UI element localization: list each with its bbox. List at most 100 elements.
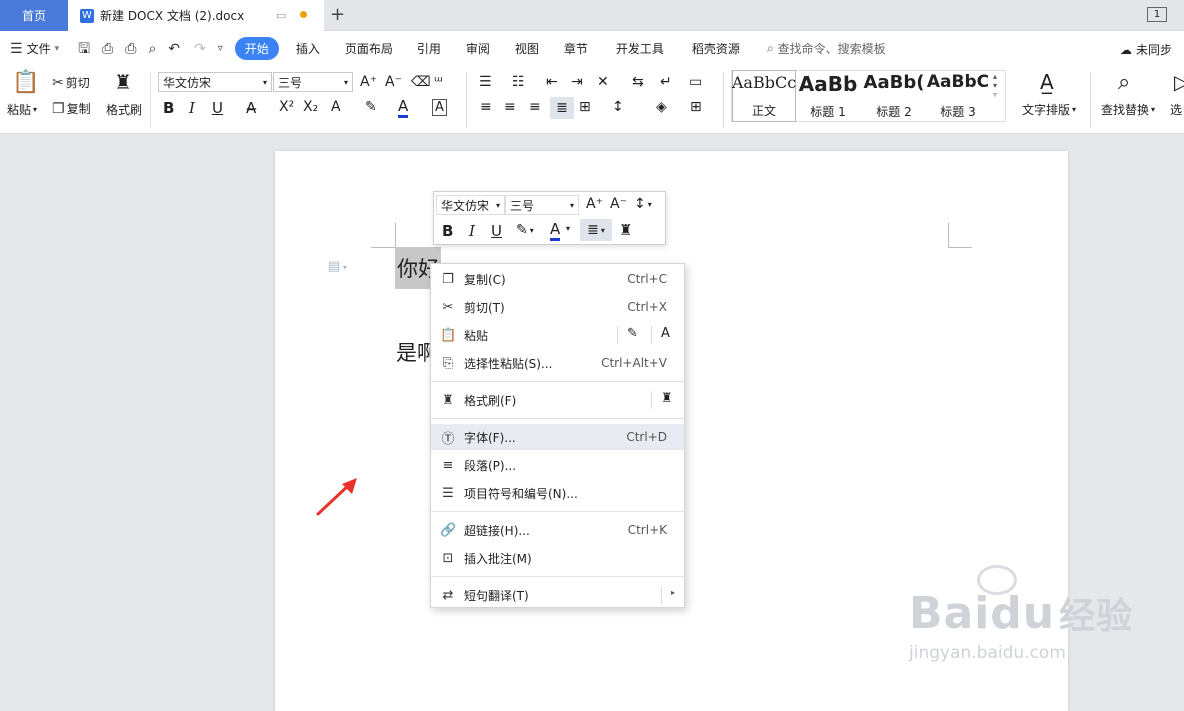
- font-size-select[interactable]: 三号 ▾: [273, 72, 353, 92]
- select-button[interactable]: 选: [1170, 101, 1182, 118]
- print-icon[interactable]: ⎙: [125, 42, 136, 56]
- show-marks-icon[interactable]: ↵: [660, 74, 672, 90]
- tab-page-layout[interactable]: 页面布局: [331, 40, 404, 57]
- copy-button[interactable]: ❐ 复制: [52, 100, 91, 117]
- export-pdf-icon[interactable]: ⎙: [102, 42, 113, 56]
- italic-icon[interactable]: I: [469, 222, 475, 240]
- mini-font-name-select[interactable]: 华文仿宋 ▾: [436, 195, 505, 215]
- save-icon[interactable]: 🖫: [78, 42, 90, 56]
- shrink-font-icon[interactable]: A⁻: [610, 196, 627, 212]
- font-color-icon[interactable]: A: [398, 97, 409, 118]
- style-scroll-icon[interactable]: ▴ ▾ ▿: [993, 72, 997, 99]
- char-border-icon[interactable]: A: [432, 99, 447, 116]
- italic-icon[interactable]: I: [189, 99, 195, 117]
- ruler-icon[interactable]: ▭: [689, 74, 702, 90]
- redo-icon[interactable]: ↷: [194, 42, 206, 56]
- print-preview-icon[interactable]: ⌕: [148, 42, 156, 56]
- menu-item-bullets[interactable]: ☰ 项目符号和编号(N)...: [431, 480, 684, 506]
- decrease-indent-icon[interactable]: ⇤: [546, 74, 558, 90]
- mini-font-size-select[interactable]: 三号 ▾: [505, 195, 579, 215]
- shrink-font-icon[interactable]: A⁻: [385, 74, 402, 90]
- format-brush-icon[interactable]: ♜: [619, 221, 632, 239]
- style-normal[interactable]: AaBbCc 正文: [732, 70, 796, 122]
- monitor-icon[interactable]: ▭: [276, 9, 286, 22]
- menu-item-font[interactable]: Ⓣ 字体(F)... Ctrl+D: [431, 424, 684, 450]
- tab-view[interactable]: 视图: [501, 40, 550, 57]
- bold-icon[interactable]: B: [163, 99, 174, 117]
- superscript-icon[interactable]: X²: [279, 99, 294, 115]
- menu-item-translate[interactable]: ⇄ 短句翻译(T) ▸: [431, 582, 684, 608]
- underline-icon[interactable]: U: [212, 99, 223, 117]
- tab-document[interactable]: W 新建 DOCX 文档 (2).docx ▭: [68, 0, 324, 31]
- distribute-icon[interactable]: ⊞: [579, 99, 591, 115]
- style-heading-3[interactable]: AaBbC 标题 3: [926, 70, 990, 122]
- tab-home[interactable]: 首页: [0, 0, 68, 31]
- tab-developer[interactable]: 开发工具: [599, 40, 675, 57]
- font-name-select[interactable]: 华文仿宋 ▾: [158, 72, 272, 92]
- grow-font-icon[interactable]: A⁺: [360, 74, 377, 90]
- grow-font-icon[interactable]: A⁺: [586, 196, 603, 212]
- chinese-layout-icon[interactable]: ✕: [597, 74, 609, 90]
- increase-indent-icon[interactable]: ⇥: [571, 74, 583, 90]
- tab-docer[interactable]: 稻壳资源: [675, 40, 751, 57]
- paragraph-handle-icon[interactable]: ▤ ▾: [328, 259, 347, 274]
- undo-icon[interactable]: ↶: [168, 42, 180, 56]
- tab-section[interactable]: 章节: [550, 40, 599, 57]
- bold-icon[interactable]: B: [442, 222, 453, 240]
- phonetic-icon[interactable]: ᵚ: [434, 74, 443, 90]
- cut-button[interactable]: ✂ 剪切: [52, 74, 90, 91]
- align-right-icon[interactable]: ≡: [529, 99, 541, 115]
- paste-keep-format-icon[interactable]: ✎: [627, 326, 638, 341]
- tab-references[interactable]: 引用: [404, 40, 452, 57]
- justify-icon[interactable]: ≣ ▾: [580, 219, 612, 241]
- align-left-icon[interactable]: ≡: [480, 99, 492, 115]
- style-heading-1[interactable]: AaBb 标题 1: [796, 70, 860, 122]
- menu-item-insert-comment[interactable]: ⊡ 插入批注(M): [431, 545, 684, 571]
- shading-icon[interactable]: ◈: [656, 99, 667, 115]
- menu-item-copy[interactable]: ❐ 复制(C) Ctrl+C: [431, 266, 684, 292]
- menu-item-paragraph[interactable]: ≡ 段落(P)...: [431, 452, 684, 478]
- new-tab-button[interactable]: +: [330, 4, 345, 25]
- bullet-list-icon[interactable]: ☰: [479, 74, 492, 90]
- subscript-icon[interactable]: X₂: [303, 99, 318, 115]
- menu-item-cut[interactable]: ✂ 剪切(T) Ctrl+X: [431, 294, 684, 320]
- text-layout-button[interactable]: 文字排版 ▾: [1022, 101, 1076, 118]
- find-replace-button[interactable]: 查找替换 ▾: [1101, 101, 1155, 118]
- tab-start[interactable]: 开始: [234, 37, 279, 60]
- line-spacing-icon[interactable]: ↕ ▾: [634, 196, 652, 212]
- paste-button[interactable]: 粘贴 ▾: [7, 101, 37, 118]
- page-indicator[interactable]: 1: [1147, 7, 1167, 22]
- menu-item-paste[interactable]: 📋 粘贴 ✎ A: [431, 322, 684, 348]
- tab-review[interactable]: 审阅: [452, 40, 501, 57]
- text-direction-icon[interactable]: ⇆: [632, 74, 644, 90]
- select-icon[interactable]: ▷: [1174, 70, 1184, 94]
- search-icon[interactable]: ⌕: [1118, 70, 1130, 95]
- clear-format-icon[interactable]: ⌫: [411, 74, 431, 90]
- text-layout-icon[interactable]: A̲: [1040, 70, 1054, 94]
- menu-item-paste-special[interactable]: ⎘ 选择性粘贴(S)... Ctrl+Alt+V: [431, 350, 684, 376]
- numbered-list-icon[interactable]: ☷: [512, 74, 525, 90]
- chevron-down-icon[interactable]: ▾: [566, 224, 570, 233]
- highlight-icon[interactable]: ✎: [365, 99, 377, 115]
- line-spacing-icon[interactable]: ↕: [612, 99, 624, 115]
- file-menu[interactable]: ☰ 文件 ▾: [0, 40, 70, 57]
- command-search[interactable]: ⌕ 查找命令、搜索模板: [751, 40, 897, 57]
- customize-icon[interactable]: ▿: [218, 43, 223, 54]
- format-brush-button[interactable]: 格式刷: [106, 101, 142, 118]
- text-effect-icon[interactable]: A: [331, 99, 341, 115]
- menu-item-hyperlink[interactable]: 🔗 超链接(H)... Ctrl+K: [431, 517, 684, 543]
- tab-insert[interactable]: 插入: [285, 40, 331, 57]
- format-brush-multi-icon[interactable]: ♜: [661, 391, 673, 406]
- style-heading-2[interactable]: AaBb( 标题 2: [862, 70, 926, 122]
- highlight-icon[interactable]: ✎ ▾: [516, 222, 534, 238]
- format-brush-icon[interactable]: ♜: [114, 70, 132, 94]
- paste-icon[interactable]: 📋: [12, 70, 39, 95]
- strikethrough-icon[interactable]: A̶: [246, 99, 256, 117]
- menu-item-format-brush[interactable]: ♜ 格式刷(F) ♜: [431, 387, 684, 413]
- align-center-icon[interactable]: ≡: [504, 99, 516, 115]
- paste-text-only-icon[interactable]: A: [661, 326, 670, 341]
- sync-status[interactable]: ☁ 未同步: [1120, 41, 1172, 58]
- underline-icon[interactable]: U: [491, 222, 502, 240]
- font-color-icon[interactable]: A: [550, 220, 561, 241]
- border-icon[interactable]: ⊞: [690, 99, 702, 115]
